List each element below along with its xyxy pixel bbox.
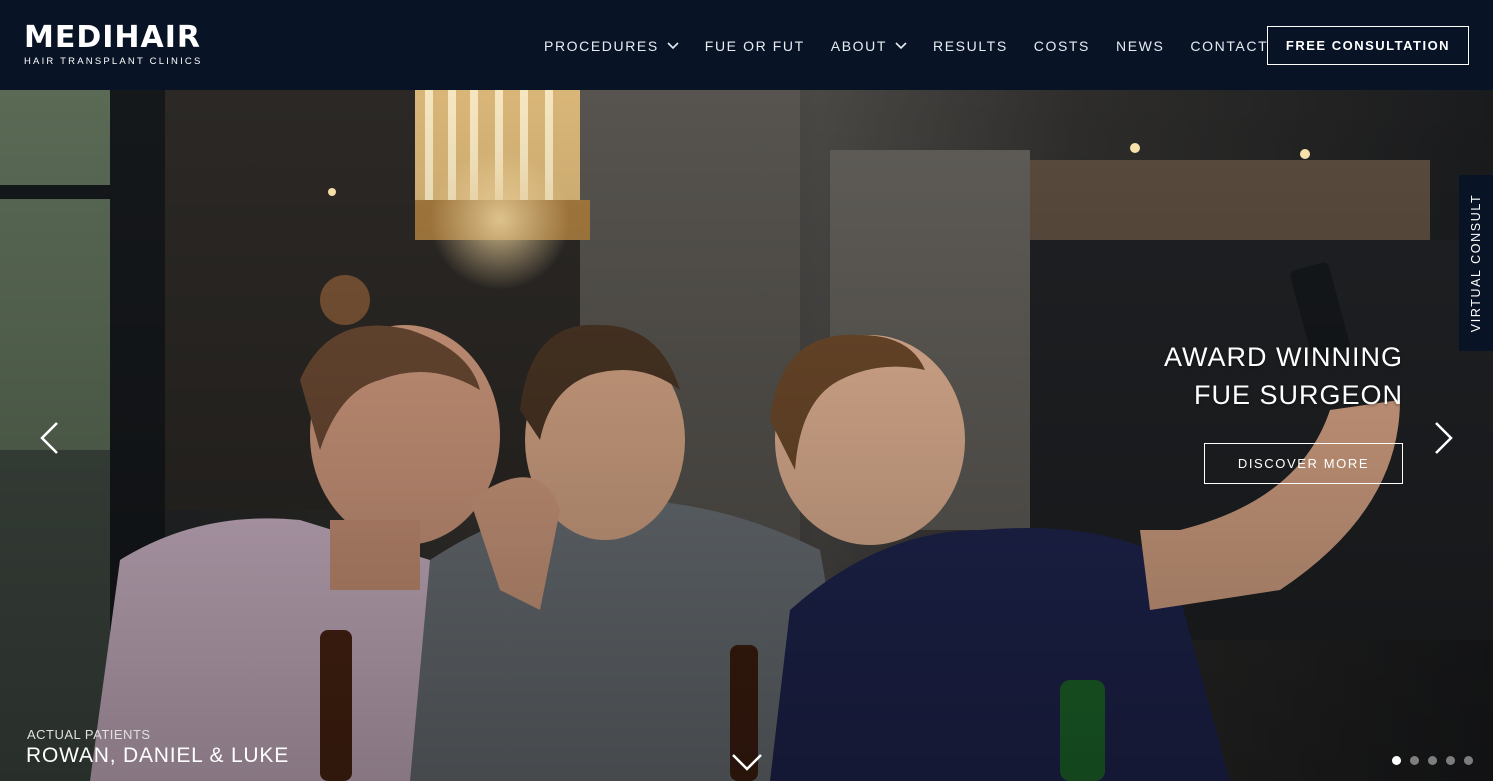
- slider-pagination: [1392, 756, 1473, 765]
- slide-dot-1[interactable]: [1392, 756, 1401, 765]
- nav-item-news[interactable]: NEWS: [1116, 38, 1164, 54]
- headline-line-2: FUE SURGEON: [1193, 380, 1403, 410]
- nav-item-about[interactable]: ABOUT: [831, 38, 907, 54]
- brand-logo[interactable]: MEDIHAIR HAIR TRANSPLANT CLINICS: [24, 20, 203, 68]
- nav-item-label: NEWS: [1116, 38, 1165, 54]
- slide-dot-5[interactable]: [1464, 756, 1473, 765]
- hero-slider: VIRTUAL CONSULT AWARD WINNING FUE SURGEO…: [0, 90, 1493, 781]
- chevron-right-icon[interactable]: [1432, 420, 1456, 456]
- chevron-down-icon: [667, 42, 679, 50]
- nav-item-fue-or-fut[interactable]: FUE OR FUT: [705, 38, 805, 54]
- hero-headline: AWARD WINNING FUE SURGEON: [1164, 338, 1403, 414]
- nav-item-results[interactable]: RESULTS: [933, 38, 1008, 54]
- slide-dot-3[interactable]: [1428, 756, 1437, 765]
- nav-item-label: ABOUT: [830, 38, 888, 54]
- nav-item-label: RESULTS: [933, 38, 1008, 54]
- chevron-down-icon[interactable]: [731, 752, 763, 772]
- nav-item-label: PROCEDURES: [544, 38, 659, 54]
- nav-item-label: FUE OR FUT: [704, 38, 805, 54]
- nav-item-costs[interactable]: COSTS: [1034, 38, 1090, 54]
- slide-dot-2[interactable]: [1410, 756, 1419, 765]
- nav-item-procedures[interactable]: PROCEDURES: [544, 38, 679, 54]
- headline-line-1: AWARD WINNING: [1164, 342, 1403, 372]
- site-header: MEDIHAIR HAIR TRANSPLANT CLINICS PROCEDU…: [0, 0, 1493, 90]
- main-nav: PROCEDURES FUE OR FUT ABOUT RESULTS COST…: [544, 36, 1268, 56]
- discover-more-button[interactable]: DISCOVER MORE: [1204, 443, 1403, 484]
- brand-name: MEDIHAIR: [24, 20, 201, 55]
- nav-item-contact[interactable]: CONTACT: [1190, 38, 1268, 54]
- hero-photo: [0, 90, 1493, 781]
- caption-label: ACTUAL PATIENTS: [27, 727, 151, 742]
- free-consultation-button[interactable]: FREE CONSULTATION: [1267, 26, 1469, 65]
- virtual-consult-tab[interactable]: VIRTUAL CONSULT: [1459, 175, 1493, 351]
- chevron-down-icon: [895, 42, 907, 50]
- slide-dot-4[interactable]: [1446, 756, 1455, 765]
- virtual-consult-label: VIRTUAL CONSULT: [1469, 193, 1483, 333]
- chevron-left-icon[interactable]: [37, 420, 61, 456]
- brand-tagline: HAIR TRANSPLANT CLINICS: [24, 56, 203, 67]
- caption-names: ROWAN, DANIEL & LUKE: [26, 744, 289, 767]
- nav-item-label: CONTACT: [1190, 38, 1269, 54]
- nav-item-label: COSTS: [1033, 38, 1090, 54]
